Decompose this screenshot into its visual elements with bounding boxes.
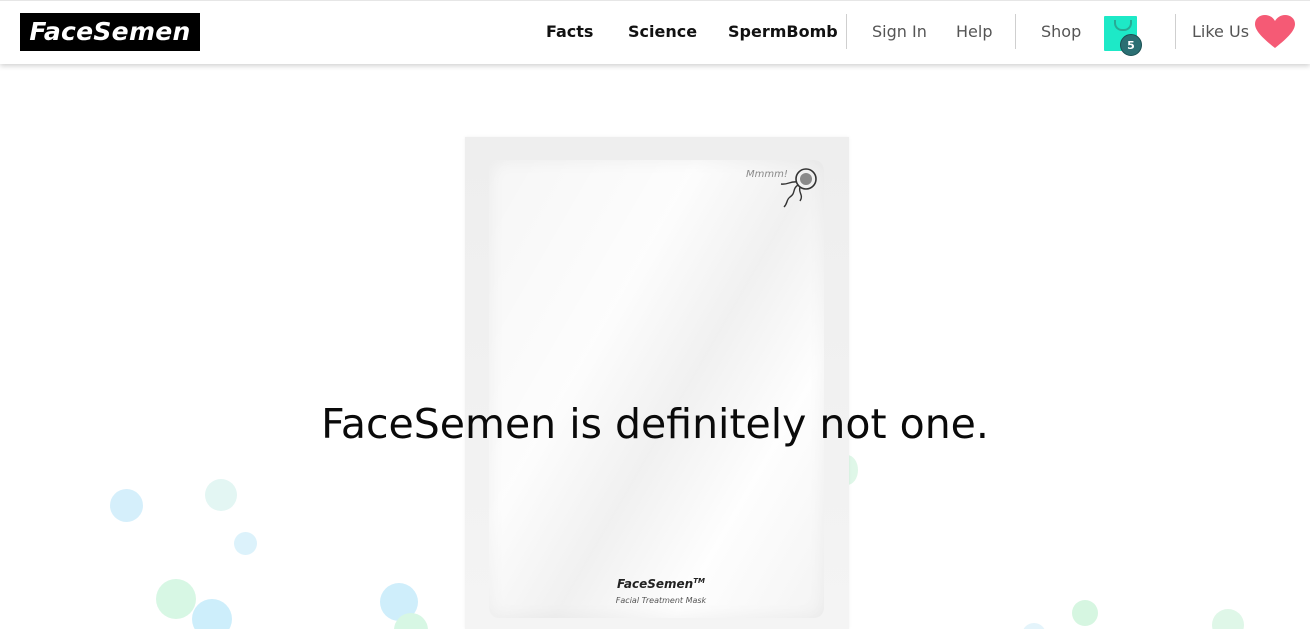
nav-sign-in-link[interactable]: Sign In	[872, 21, 927, 43]
site-header: FaceSemen Facts Science SpermBomb Sign I…	[0, 0, 1310, 64]
nav-spermbomb-link[interactable]: SpermBomb	[728, 21, 838, 43]
decorative-bubble	[1022, 623, 1046, 629]
bag-handle	[1114, 20, 1132, 31]
decorative-bubble	[234, 532, 257, 555]
nav-facts-link[interactable]: Facts	[546, 21, 593, 43]
heart-icon[interactable]	[1255, 15, 1295, 49]
decorative-bubble	[1212, 609, 1244, 629]
packet-brand-name: FaceSemen	[617, 577, 694, 591]
facial-mask-packet-image: Mmmm! FaceSemenTM Facial Treatment Mask	[465, 137, 849, 629]
nav-science-link[interactable]: Science	[628, 21, 697, 43]
nav-shop-link[interactable]: Shop	[1041, 21, 1081, 43]
page: FaceSemen Facts Science SpermBomb Sign I…	[0, 0, 1310, 629]
decorative-bubble	[192, 599, 232, 629]
nav-divider	[1015, 14, 1016, 49]
trademark-symbol: TM	[693, 577, 705, 585]
packet-subtitle: Facial Treatment Mask	[615, 596, 707, 605]
cart-button[interactable]: 5	[1103, 14, 1142, 56]
site-logo[interactable]: FaceSemen	[20, 13, 200, 51]
decorative-bubble	[205, 479, 237, 511]
nav-help-link[interactable]: Help	[956, 21, 992, 43]
packet-inner-panel	[489, 160, 824, 618]
decorative-bubble	[156, 579, 196, 619]
cart-count-badge: 5	[1120, 34, 1142, 56]
sperm-icon	[780, 168, 817, 208]
like-us-link[interactable]: Like Us	[1192, 21, 1249, 43]
packet-brand-label: FaceSemenTM	[465, 577, 857, 591]
nav-divider	[846, 14, 847, 49]
hero-headline: FaceSemen is definitely not one.	[321, 400, 989, 448]
nav-divider	[1175, 14, 1176, 49]
decorative-bubble	[110, 489, 143, 522]
decorative-bubble	[1072, 600, 1098, 626]
